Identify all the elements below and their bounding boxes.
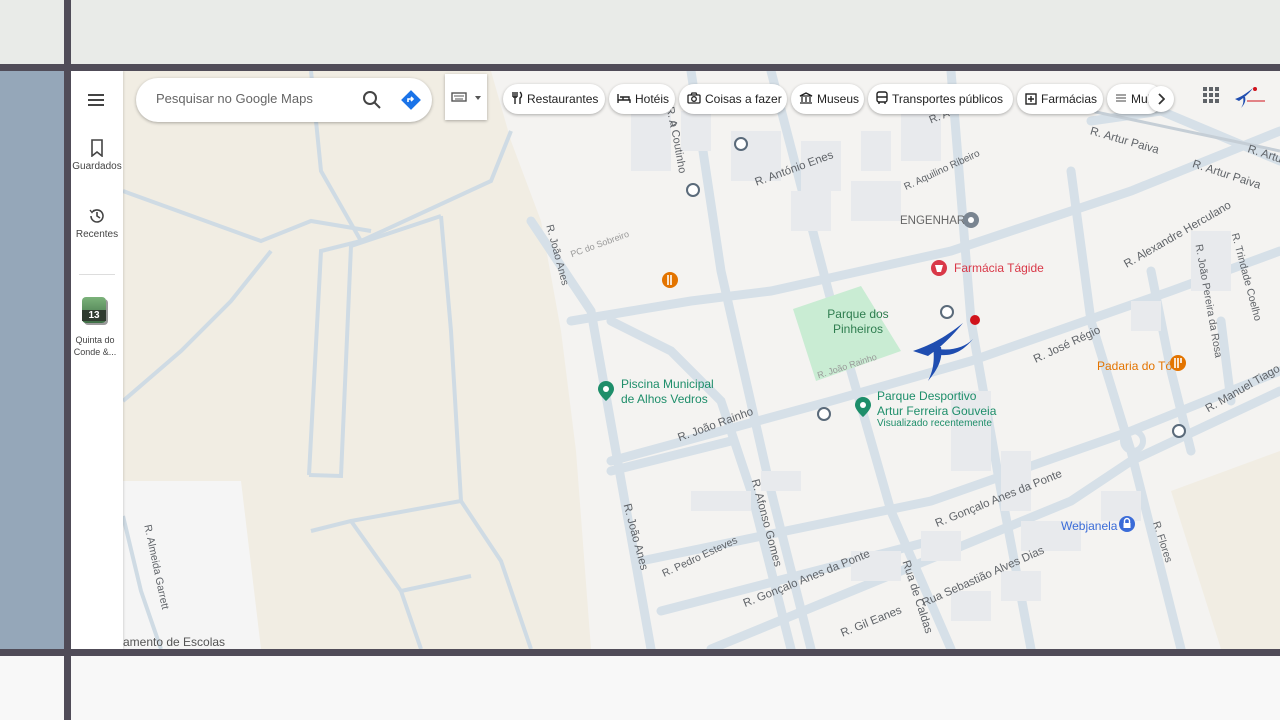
pharmacy-icon — [1025, 93, 1037, 105]
poi-label-piscina[interactable]: Piscina Municipal de Alhos Vedros — [621, 377, 721, 407]
saved-label: Guardados — [72, 161, 122, 172]
bus-stop-icon[interactable] — [734, 137, 748, 151]
bus-stop-icon[interactable] — [1172, 424, 1186, 438]
bookmark-icon — [91, 139, 103, 157]
search-box — [136, 78, 432, 122]
poi-label-parque-desportivo[interactable]: Parque Desportivo Artur Ferreira Gouveia — [877, 389, 1002, 419]
chip-museums[interactable]: Museus — [791, 84, 864, 114]
slide-background-bottom — [0, 656, 1280, 720]
chips-next-button[interactable] — [1148, 86, 1174, 112]
chip-hotels[interactable]: Hotéis — [609, 84, 675, 114]
map-window[interactable]: R. António Enes R. Aquilino Ribeiro R. A… — [71, 71, 1280, 649]
search-icon[interactable] — [362, 90, 382, 110]
caret-down-icon — [475, 96, 481, 100]
chevron-right-icon — [1158, 93, 1166, 105]
recent-label: Recentes — [75, 229, 119, 240]
chip-label: Farmácias — [1041, 92, 1098, 106]
side-rail: Guardados Recentes 13 Quinta do Conde &.… — [71, 71, 123, 649]
recent-place-label[interactable]: Quinta do Conde &... — [71, 334, 119, 358]
slide-background-top — [0, 0, 1280, 64]
poi-visited-note: Visualizado recentemente — [877, 418, 992, 429]
poi-label-escolas[interactable]: amento de Escolas — [123, 635, 225, 649]
history-icon — [89, 209, 104, 223]
bed-icon — [617, 94, 631, 104]
menu-icon[interactable] — [87, 93, 105, 107]
pharmacy-pin-icon[interactable] — [930, 259, 948, 277]
recent-button[interactable]: Recentes — [71, 207, 123, 240]
slide-frame-top — [0, 64, 1280, 71]
chip-things-to-do[interactable]: Coisas a fazer — [679, 84, 787, 114]
chip-public-transport[interactable]: Transportes públicos — [868, 84, 1013, 114]
bus-icon — [876, 91, 888, 105]
account-avatar-icon[interactable] — [1231, 85, 1267, 109]
recent-place-thumbnail[interactable]: 13 — [82, 297, 106, 323]
park-pin-icon[interactable] — [854, 397, 872, 417]
poi-label-parque-pinheiros[interactable]: Parque dos Pinheiros — [823, 307, 893, 337]
saved-button[interactable]: Guardados — [71, 139, 123, 172]
camera-icon — [687, 92, 701, 104]
google-apps-icon[interactable] — [1203, 87, 1219, 103]
chip-pharmacies[interactable]: Farmácias — [1017, 84, 1103, 114]
rail-divider — [79, 274, 115, 275]
restaurant-pin-icon[interactable] — [661, 271, 679, 289]
lock-pin-icon[interactable] — [1118, 515, 1136, 533]
slide-frame-bottom — [0, 649, 1280, 656]
poi-label-webjanela[interactable]: Webjanela — [1061, 519, 1117, 533]
chip-label: Coisas a fazer — [705, 92, 782, 106]
bakery-pin-icon[interactable] — [1169, 354, 1187, 372]
museum-icon — [799, 92, 813, 104]
directions-icon[interactable] — [400, 89, 422, 111]
poi-label-padaria[interactable]: Padaria do Tó — [1097, 359, 1172, 373]
keyboard-icon — [451, 92, 467, 102]
bus-stop-icon[interactable] — [686, 183, 700, 197]
chip-label: Hotéis — [635, 92, 670, 106]
chip-label: Museus — [817, 92, 860, 106]
chip-restaurants[interactable]: Restaurantes — [503, 84, 605, 114]
place-pin-icon[interactable] — [962, 211, 980, 229]
input-tools-button[interactable] — [445, 74, 487, 120]
overlay-logo-icon — [913, 315, 980, 381]
slide-frame-vertical — [64, 0, 71, 720]
poi-label-farmacia[interactable]: Farmácia Tágide — [954, 261, 1044, 275]
poi-label-engenhar[interactable]: ENGENHAR — [900, 215, 965, 227]
chip-label: Transportes públicos — [892, 92, 1003, 106]
bus-stop-icon[interactable] — [817, 407, 831, 421]
pool-pin-icon[interactable] — [597, 381, 615, 401]
search-input[interactable] — [154, 90, 358, 107]
chip-label: Restaurantes — [527, 92, 599, 106]
slide-left-panel — [0, 71, 64, 649]
recent-place-badge: 13 — [82, 310, 106, 321]
fork-knife-icon — [512, 91, 523, 105]
atm-icon — [1116, 94, 1126, 102]
